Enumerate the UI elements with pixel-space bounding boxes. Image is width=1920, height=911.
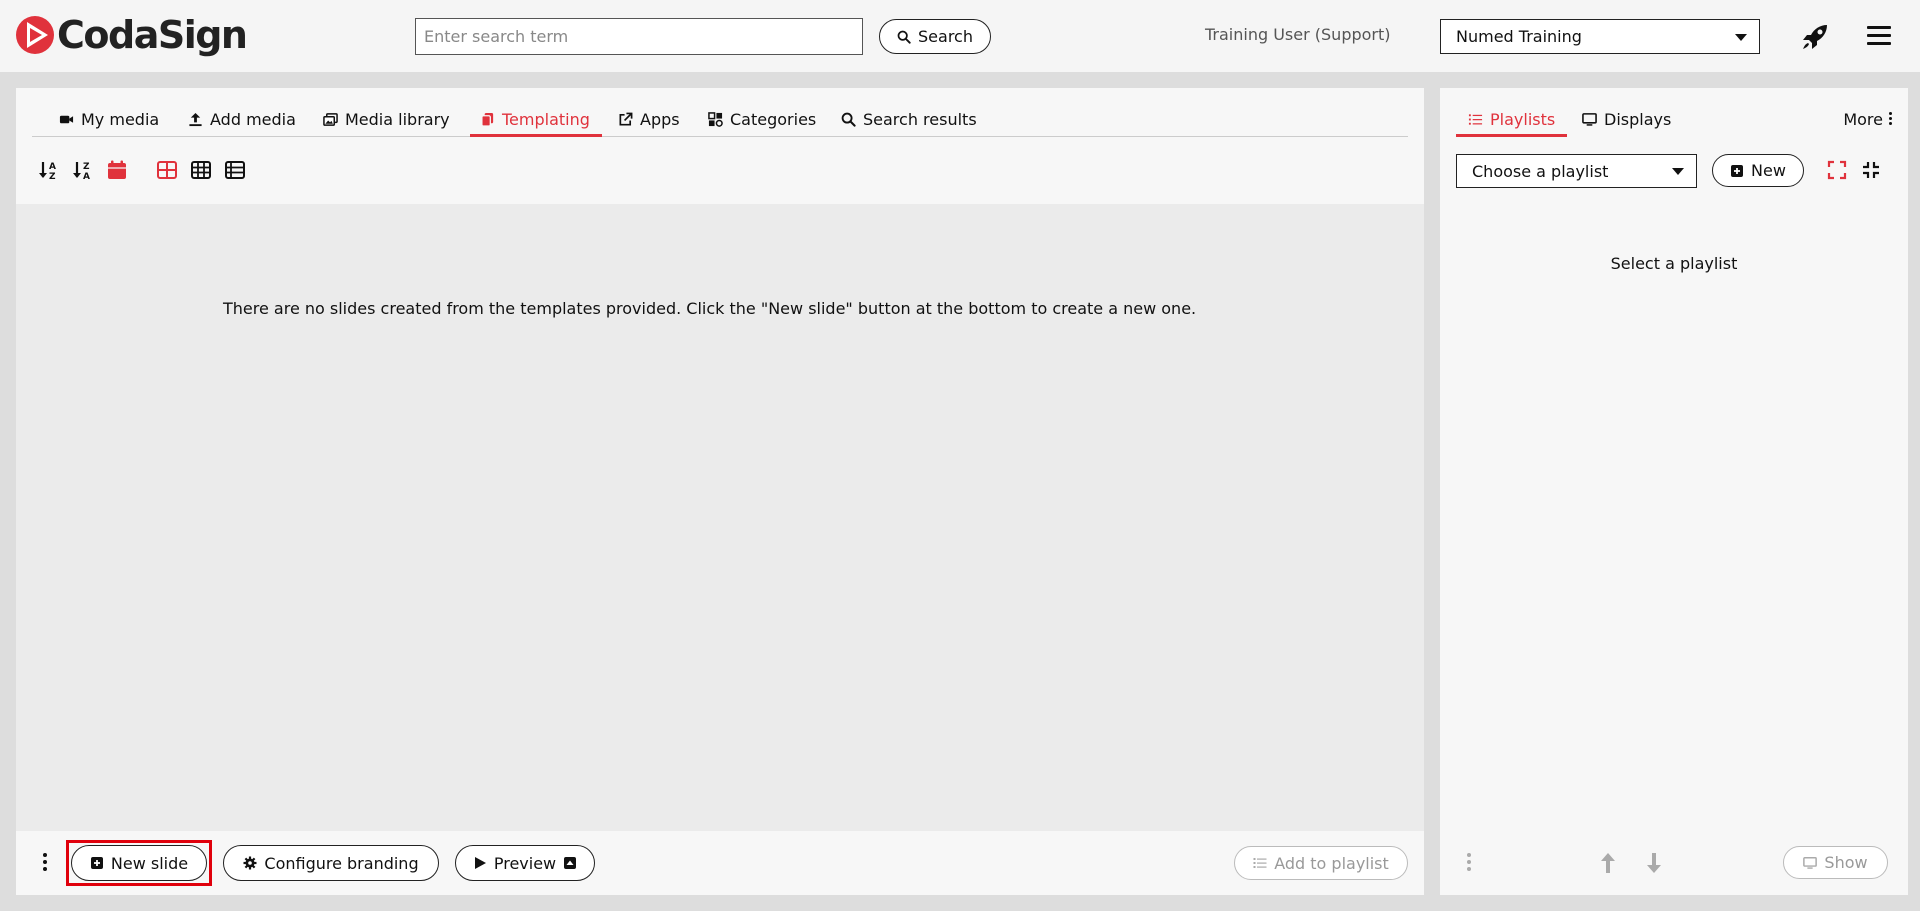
search-icon — [841, 112, 856, 127]
grid-large-icon[interactable] — [156, 159, 178, 181]
svg-text:A: A — [83, 172, 90, 181]
video-camera-icon — [59, 115, 74, 124]
copy-icon — [481, 112, 494, 127]
tab-label: Search results — [863, 110, 977, 129]
account-select-value: Numed Training — [1456, 27, 1582, 46]
tab-label: Add media — [210, 110, 296, 129]
tab-apps[interactable]: Apps — [618, 108, 680, 137]
more-options-icon[interactable] — [1466, 853, 1472, 873]
tab-label: Categories — [730, 110, 817, 129]
category-icon — [708, 112, 723, 127]
plus-square-icon — [90, 857, 103, 869]
monitor-icon — [1803, 856, 1818, 869]
account-select[interactable]: Numed Training — [1440, 19, 1760, 54]
search-icon — [897, 30, 911, 44]
images-icon — [323, 113, 338, 126]
empty-slides-message: There are no slides created from the tem… — [223, 299, 1197, 318]
upload-icon — [189, 112, 202, 127]
playlist-panel: Playlists Displays More Choose a playlis… — [1440, 88, 1908, 895]
tab-search-results[interactable]: Search results — [841, 108, 977, 137]
svg-text:Z: Z — [83, 162, 90, 172]
top-bar: CodaSign Search Training User (Support) … — [0, 0, 1920, 72]
tab-label: Media library — [345, 110, 450, 129]
playlist-select[interactable]: Choose a playlist — [1456, 154, 1697, 188]
external-link-icon — [619, 112, 633, 126]
add-to-playlist-button[interactable]: Add to playlist — [1234, 846, 1408, 880]
user-label: Training User (Support) — [1205, 25, 1391, 44]
monitor-icon — [1582, 113, 1597, 126]
tab-label: Displays — [1604, 110, 1672, 129]
tab-label: Apps — [640, 110, 680, 129]
new-slide-label: New slide — [110, 853, 189, 873]
gear-icon — [243, 856, 257, 870]
codasign-logo-icon — [16, 16, 54, 54]
rocket-icon[interactable] — [1800, 22, 1830, 52]
tab-categories[interactable]: Categories — [708, 108, 816, 137]
new-playlist-label: New — [1751, 161, 1786, 180]
playlist-select-value: Choose a playlist — [1472, 161, 1609, 181]
new-slide-button[interactable]: New slide — [71, 845, 207, 881]
bottom-bar: New slide Configure branding Preview Add… — [16, 831, 1424, 895]
tab-displays[interactable]: Displays — [1582, 108, 1671, 137]
calendar-icon[interactable] — [106, 159, 128, 181]
playlist-tabs: Playlists Displays More — [1456, 108, 1892, 137]
tab-add-media[interactable]: Add media — [188, 108, 296, 137]
list-icon — [1253, 858, 1267, 868]
brand-name: CodaSign — [57, 13, 248, 57]
menu-icon[interactable] — [1867, 26, 1891, 46]
add-to-playlist-label: Add to playlist — [1274, 853, 1389, 873]
preview-button[interactable]: Preview — [455, 845, 595, 881]
list-icon — [1468, 114, 1483, 125]
tab-label: Playlists — [1490, 110, 1556, 129]
search-input[interactable] — [415, 18, 863, 55]
expand-icon[interactable] — [1827, 160, 1847, 180]
more-options-icon[interactable] — [42, 853, 48, 873]
new-playlist-button[interactable]: New — [1712, 154, 1804, 187]
select-playlist-message: Select a playlist — [1610, 254, 1738, 273]
configure-branding-button[interactable]: Configure branding — [223, 845, 439, 881]
sort-alpha-asc-icon[interactable]: A Z — [38, 159, 60, 181]
more-menu[interactable]: More — [1843, 110, 1892, 129]
tab-templating[interactable]: Templating — [470, 108, 602, 137]
logo[interactable]: CodaSign — [15, 13, 248, 57]
tab-playlists[interactable]: Playlists — [1456, 108, 1568, 137]
svg-text:A: A — [49, 162, 56, 172]
playlist-area: Select a playlist — [1440, 204, 1908, 831]
tab-media-library[interactable]: Media library — [323, 108, 450, 137]
search-button[interactable]: Search — [879, 19, 991, 54]
arrow-up-icon[interactable] — [1600, 852, 1616, 874]
show-button[interactable]: Show — [1783, 846, 1888, 879]
compress-icon[interactable] — [1861, 160, 1881, 180]
media-panel: My media Add media Media library Templat… — [16, 88, 1424, 895]
tab-label: My media — [81, 110, 160, 129]
search-button-label: Search — [918, 27, 973, 46]
slides-area: There are no slides created from the tem… — [16, 204, 1424, 831]
svg-text:Z: Z — [49, 172, 56, 181]
media-tabs: My media Add media Media library Templat… — [32, 108, 1408, 137]
caret-square-up-icon — [564, 857, 577, 869]
tab-my-media[interactable]: My media — [59, 108, 159, 137]
playlist-bottom-bar: Show — [1440, 831, 1908, 895]
more-label: More — [1843, 110, 1883, 129]
chevron-down-icon — [1735, 33, 1747, 41]
configure-branding-label: Configure branding — [264, 853, 419, 873]
play-icon — [474, 857, 486, 869]
arrow-down-icon[interactable] — [1646, 852, 1662, 874]
plus-square-icon — [1731, 164, 1744, 177]
grid-small-icon[interactable] — [190, 159, 212, 181]
more-dots-icon — [1889, 112, 1892, 127]
list-view-icon[interactable] — [224, 159, 246, 181]
preview-label: Preview — [493, 853, 557, 873]
chevron-down-icon — [1672, 168, 1684, 175]
sort-alpha-desc-icon[interactable]: Z A — [72, 159, 94, 181]
tab-label: Templating — [502, 110, 590, 129]
show-label: Show — [1824, 853, 1868, 872]
